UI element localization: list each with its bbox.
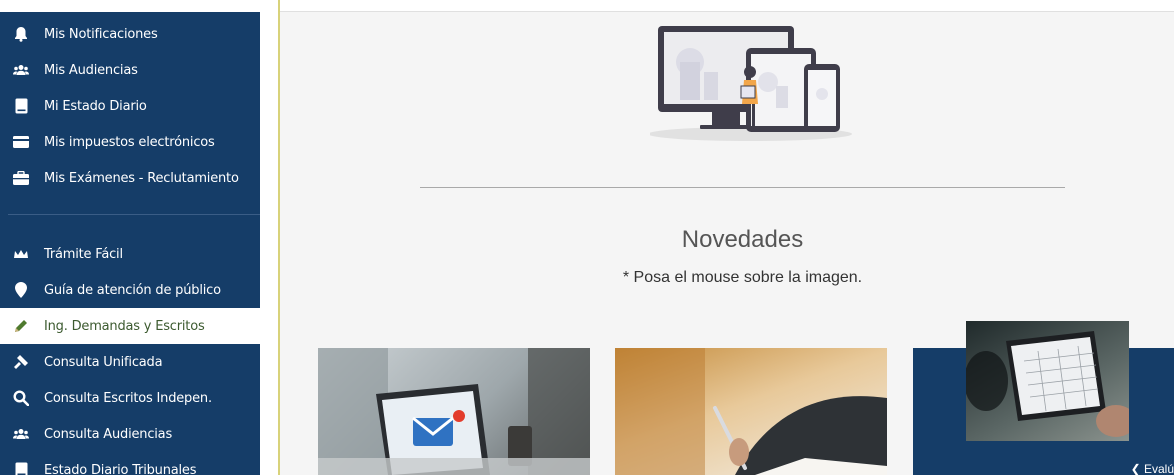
main-gutter: [260, 0, 278, 475]
briefcase-icon: [12, 169, 30, 187]
sidebar-item-mi-estado-diario[interactable]: Mi Estado Diario: [0, 88, 260, 124]
sidebar-item-tramite-facil[interactable]: Trámite Fácil: [0, 236, 260, 272]
sidebar-item-mis-examenes[interactable]: Mis Exámenes - Reclutamiento: [0, 160, 260, 196]
gavel-icon: [12, 353, 30, 371]
news-card-email[interactable]: [318, 348, 590, 475]
sidebar: Mis Notificaciones Mis Audiencias Mi Est…: [0, 12, 260, 475]
sidebar-item-mis-impuestos[interactable]: Mis impuestos electrónicos: [0, 124, 260, 160]
crown-icon: [12, 245, 30, 263]
section-divider: [420, 187, 1065, 188]
sidebar-item-label: Consulta Unificada: [44, 354, 163, 370]
sidebar-item-consulta-escritos[interactable]: Consulta Escritos Indepen.: [0, 380, 260, 416]
devices-illustration: [650, 26, 852, 141]
sidebar-item-label: Estado Diario Tribunales: [44, 462, 197, 475]
carousel-next-link[interactable]: ❮ Evalú: [1131, 462, 1174, 475]
sidebar-item-mis-audiencias[interactable]: Mis Audiencias: [0, 52, 260, 88]
writing-hand-image: [615, 348, 887, 475]
sidebar-item-consulta-audiencias[interactable]: Consulta Audiencias: [0, 416, 260, 452]
sidebar-item-label: Mi Estado Diario: [44, 98, 147, 114]
sidebar-item-guia-atencion[interactable]: Guía de atención de público: [0, 272, 260, 308]
news-card-writing[interactable]: [615, 348, 887, 475]
users-icon: [12, 61, 30, 79]
bell-icon: [12, 25, 30, 43]
sidebar-item-label: Consulta Escritos Indepen.: [44, 390, 212, 406]
sidebar-item-label: Mis Notificaciones: [44, 26, 158, 42]
sidebar-item-consulta-unificada[interactable]: Consulta Unificada: [0, 344, 260, 380]
sidebar-item-label: Ing. Demandas y Escritos: [44, 318, 205, 334]
sidebar-item-estado-diario-tribunales[interactable]: Estado Diario Tribunales: [0, 452, 260, 475]
sidebar-item-label: Mis Audiencias: [44, 62, 138, 78]
sidebar-item-ing-demandas[interactable]: Ing. Demandas y Escritos: [0, 308, 260, 344]
sidebar-item-label: Mis Exámenes - Reclutamiento: [44, 170, 239, 186]
left-accent-rule: [278, 0, 280, 475]
calendar-tablet-image: [964, 321, 1136, 441]
sidebar-divider: [8, 214, 260, 215]
chevron-left-icon: ❮: [1130, 462, 1141, 475]
sidebar-item-label: Trámite Fácil: [44, 246, 123, 262]
map-marker-icon: [12, 281, 30, 299]
pencil-icon: [12, 317, 30, 335]
book-icon: [12, 461, 30, 475]
sidebar-item-mis-notificaciones[interactable]: Mis Notificaciones: [0, 16, 260, 52]
search-icon: [12, 389, 30, 407]
email-laptop-image: [318, 348, 590, 475]
book-icon: [12, 97, 30, 115]
section-subtitle: * Posa el mouse sobre la imagen.: [622, 269, 863, 286]
sidebar-item-label: Guía de atención de público: [44, 282, 221, 298]
news-card-calendar[interactable]: [913, 321, 1174, 475]
sidebar-item-label: Mis impuestos electrónicos: [44, 134, 215, 150]
users-icon: [12, 425, 30, 443]
top-bar: [280, 0, 1174, 12]
section-title: Novedades: [681, 226, 804, 253]
credit-card-icon: [12, 133, 30, 151]
carousel-next-label: Evalú: [1143, 462, 1174, 475]
main-content: Novedades * Posa el mouse sobre la image…: [260, 0, 1174, 475]
sidebar-item-label: Consulta Audiencias: [44, 426, 173, 442]
